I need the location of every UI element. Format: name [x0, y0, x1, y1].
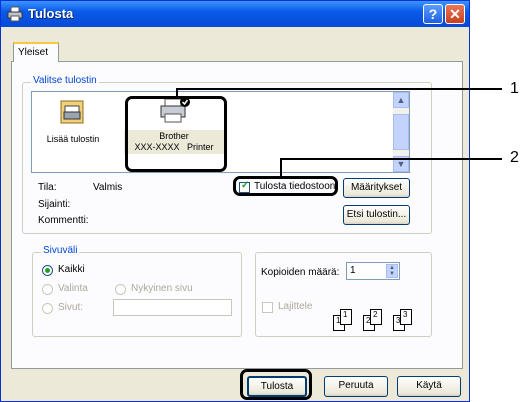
- preferences-button[interactable]: Määritykset: [343, 178, 410, 198]
- print-dialog: Tulosta ? ✕ Yleiset Valitse tulostin Lis…: [0, 0, 470, 402]
- select-printer-legend: Valitse tulostin: [31, 75, 99, 86]
- scroll-up-arrow-icon[interactable]: ▲: [393, 92, 409, 108]
- copies-input[interactable]: 1 ▲ ▼: [346, 262, 400, 280]
- copies-value: 1: [350, 265, 356, 276]
- window-title: Tulosta: [28, 6, 74, 21]
- copies-label: Kopioiden määrä:: [261, 267, 340, 278]
- collate-page-icon: 2: [370, 309, 382, 325]
- callout-1-line: [176, 88, 502, 90]
- comment-label: Kommentti:: [38, 215, 89, 226]
- radio-selection-label[interactable]: Valinta: [58, 283, 88, 294]
- radio-all-label[interactable]: Kaikki: [58, 264, 85, 275]
- close-button[interactable]: ✕: [445, 4, 465, 24]
- status-value: Valmis: [93, 182, 123, 193]
- collate-label[interactable]: Lajittele: [278, 301, 312, 312]
- pages-input[interactable]: [113, 299, 232, 316]
- status-label: Tila:: [38, 182, 57, 193]
- callout-print-button-highlight: [240, 369, 312, 400]
- callout-2-leader: [280, 158, 282, 177]
- collate-checkbox[interactable]: [262, 302, 273, 313]
- callout-print-to-file-highlight: [233, 176, 338, 196]
- help-button[interactable]: ?: [423, 4, 443, 24]
- collate-page-icon: 1: [340, 309, 352, 325]
- find-printer-button[interactable]: Etsi tulostin...: [343, 205, 410, 225]
- list-item-add-printer[interactable]: Lisää tulostin: [36, 98, 110, 145]
- copies-stepper[interactable]: ▲ ▼: [386, 264, 398, 278]
- callout-1-number: 1: [510, 80, 519, 97]
- page-range-legend: Sivuväli: [41, 245, 80, 256]
- add-printer-icon: [60, 100, 84, 124]
- title-bar[interactable]: Tulosta ? ✕: [1, 1, 469, 27]
- radio-pages[interactable]: [42, 303, 53, 314]
- cancel-button[interactable]: Peruuta: [324, 376, 388, 397]
- apply-button[interactable]: Käytä: [397, 376, 461, 397]
- callout-1-leader: [176, 88, 178, 98]
- radio-current-page-label[interactable]: Nykyinen sivu: [131, 283, 193, 294]
- radio-pages-label[interactable]: Sivut:: [58, 302, 83, 313]
- radio-selection[interactable]: [42, 284, 53, 295]
- radio-all[interactable]: [42, 265, 53, 276]
- callout-printer-highlight: [125, 96, 227, 172]
- collate-page-icon: 3: [400, 309, 412, 325]
- scroll-thumb[interactable]: [393, 114, 409, 150]
- location-label: Sijainti:: [38, 199, 71, 210]
- callout-2-number: 2: [510, 149, 519, 166]
- printer-list-scrollbar[interactable]: ▲ ▼: [393, 92, 409, 172]
- tab-general[interactable]: Yleiset: [13, 42, 59, 62]
- radio-current-page[interactable]: [115, 284, 126, 295]
- add-printer-label: Lisää tulostin: [46, 134, 100, 144]
- printer-title-icon: [7, 6, 23, 22]
- callout-2-line: [280, 158, 502, 160]
